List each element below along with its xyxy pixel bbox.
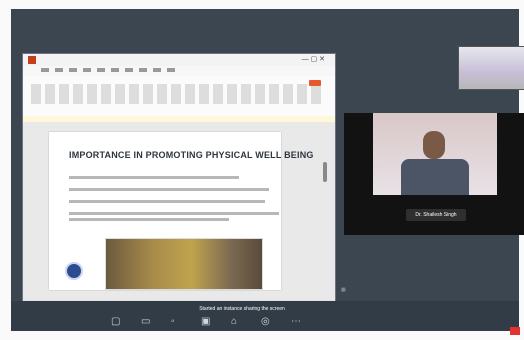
speaker-tile[interactable]: Dr. Shailesh Singh (344, 113, 524, 235)
slide-bullet-4 (69, 212, 279, 215)
window-controls-icon[interactable]: — ▢ ✕ (302, 55, 325, 63)
slide-bullet-3 (69, 200, 265, 203)
record-icon[interactable]: ◎ (261, 316, 270, 327)
mic-icon[interactable]: ▢ (111, 316, 120, 327)
camera-icon[interactable]: ▭ (141, 316, 150, 327)
slide-title: IMPORTANCE IN PROMOTING PHYSICAL WELL BE… (69, 150, 314, 160)
meeting-window: — ▢ ✕ IMPORTANCE IN PROMOTING PHYSICAL W… (11, 9, 524, 331)
speaker-head (423, 131, 445, 159)
shared-screen: — ▢ ✕ IMPORTANCE IN PROMOTING PHYSICAL W… (22, 53, 336, 303)
gallery-icon[interactable]: ▦ (341, 287, 346, 293)
screen: — ▢ ✕ IMPORTANCE IN PROMOTING PHYSICAL W… (0, 0, 524, 340)
slide-canvas: IMPORTANCE IN PROMOTING PHYSICAL WELL BE… (23, 122, 335, 302)
end-call-button[interactable] (510, 327, 520, 335)
university-logo (65, 262, 83, 280)
ribbon-tabs (23, 66, 335, 76)
meeting-toolbar: Started an instance sharing the screen ▢… (11, 301, 519, 331)
slide-photo (105, 238, 263, 290)
more-icon[interactable]: ⋯ (291, 316, 301, 327)
slide-bullet-4-line2 (69, 218, 229, 221)
ribbon-tab-row[interactable] (41, 68, 181, 72)
scrollbar[interactable] (323, 162, 327, 182)
participant-thumbnail[interactable] (458, 46, 524, 90)
screen-share-status: Started an instance sharing the screen (199, 306, 285, 312)
participants-icon[interactable]: ◦ (171, 316, 175, 327)
share-icon[interactable]: ⌂ (231, 316, 237, 327)
speaker-video (373, 113, 497, 195)
slide: IMPORTANCE IN PROMOTING PHYSICAL WELL BE… (49, 132, 314, 290)
ribbon-commands[interactable] (31, 84, 321, 104)
slide-bullet-1 (69, 176, 239, 179)
ribbon-toolbar[interactable] (23, 76, 335, 117)
share-button[interactable] (309, 80, 321, 86)
slide-bullet-2 (69, 188, 269, 191)
powerpoint-app-icon (28, 56, 36, 64)
speaker-name: Dr. Shailesh Singh (406, 209, 466, 221)
control-icons: ▢ ▭ ◦ ▣ ⌂ ◎ ⋯ (111, 316, 411, 330)
chat-icon[interactable]: ▣ (201, 316, 210, 327)
speaker-body (401, 159, 469, 195)
